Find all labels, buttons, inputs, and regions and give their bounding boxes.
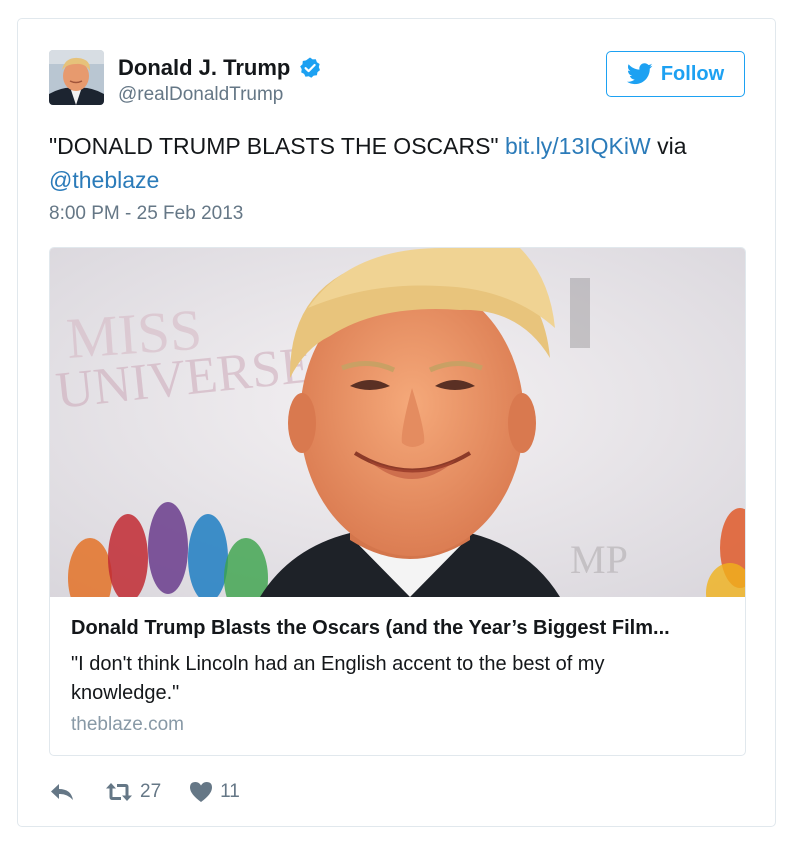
card-title[interactable]: Donald Trump Blasts the Oscars (and the … <box>71 617 731 640</box>
follow-button[interactable]: Follow <box>606 51 745 97</box>
retweet-icon <box>106 783 132 801</box>
verified-badge-icon <box>300 57 321 78</box>
svg-text:MP: MP <box>570 537 628 582</box>
retweet-button[interactable]: 27 <box>105 781 161 803</box>
tweet-actions: 27 11 <box>49 779 240 805</box>
card-image[interactable]: MISS UNIVERSE MP <box>50 248 745 597</box>
retweet-count: 27 <box>140 781 162 802</box>
card-domain: theblaze.com <box>71 714 185 735</box>
heart-icon <box>190 782 213 802</box>
like-button[interactable]: 11 <box>189 781 240 803</box>
tweet-link[interactable]: bit.ly/13IQKiW <box>505 133 651 159</box>
tweet-text-body: "DONALD TRUMP BLASTS THE OSCARS" <box>49 133 505 159</box>
tweet-timestamp[interactable]: 8:00 PM - 25 Feb 2013 <box>49 203 243 225</box>
link-card[interactable]: MISS UNIVERSE MP Donald Trump Blasts the… <box>49 247 746 756</box>
author-handle[interactable]: @realDonaldTrump <box>118 84 283 106</box>
follow-label: Follow <box>660 62 725 85</box>
avatar[interactable] <box>49 50 104 105</box>
tweet-mention[interactable]: @theblaze <box>49 167 159 193</box>
reply-button[interactable] <box>49 781 75 803</box>
tweet-via: via <box>650 133 687 159</box>
like-count: 11 <box>220 781 240 802</box>
twitter-bird-icon <box>626 63 653 85</box>
author-name[interactable]: Donald J. Trump <box>118 55 290 81</box>
tweet-card: Donald J. Trump @realDonaldTrump Follow … <box>17 18 776 827</box>
reply-icon <box>51 784 73 800</box>
card-description: "I don't think Lincoln had an English ac… <box>71 653 605 704</box>
author-name-row[interactable]: Donald J. Trump <box>118 55 322 81</box>
tweet-text: "DONALD TRUMP BLASTS THE OSCARS" bit.ly/… <box>49 129 749 197</box>
